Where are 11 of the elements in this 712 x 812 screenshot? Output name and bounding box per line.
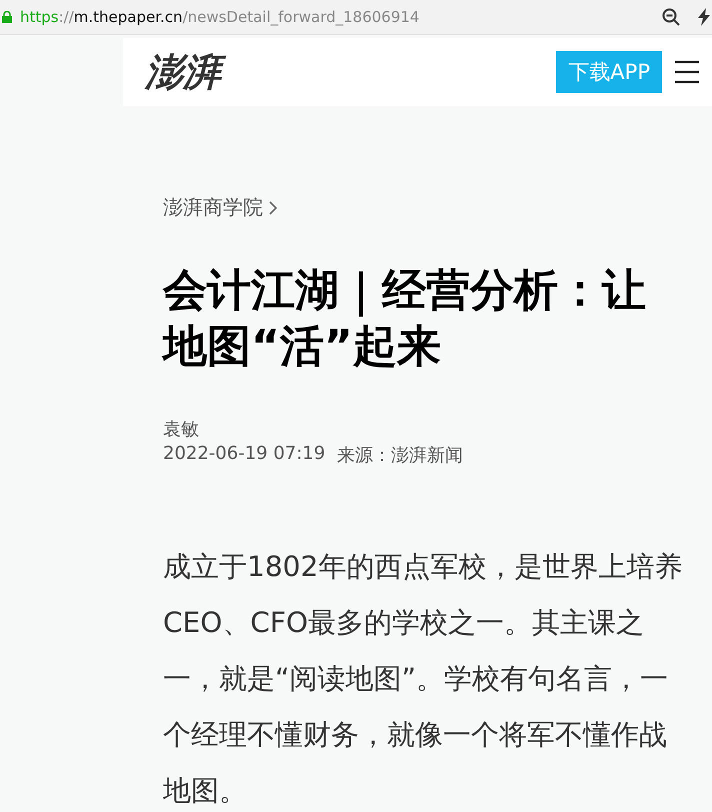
article-title: 会计江湖｜经营分析：让地图“活”起来 bbox=[163, 264, 647, 374]
chevron-right-icon[interactable] bbox=[269, 200, 277, 214]
author-name: 袁敏 bbox=[163, 418, 200, 441]
lightning-icon[interactable] bbox=[698, 8, 710, 26]
source-label: 来源：澎湃新闻 bbox=[337, 444, 464, 467]
site-logo[interactable]: 澎湃 bbox=[145, 46, 556, 98]
body-paragraph: 成立于1802年的西点军校，是世界上培养CEO、CFO最多的学校之一。其主课之一，就是“阅读地图”。学校有句名言，一个经理不懂财务，就像一个将军不懂作战地图。 bbox=[163, 549, 684, 809]
channel-link[interactable]: 澎湃商学院 bbox=[163, 194, 263, 221]
publish-date: 2022-06-19 07:19 bbox=[163, 443, 326, 466]
zoom-out-icon[interactable] bbox=[662, 8, 680, 26]
menu-icon[interactable] bbox=[674, 60, 700, 84]
